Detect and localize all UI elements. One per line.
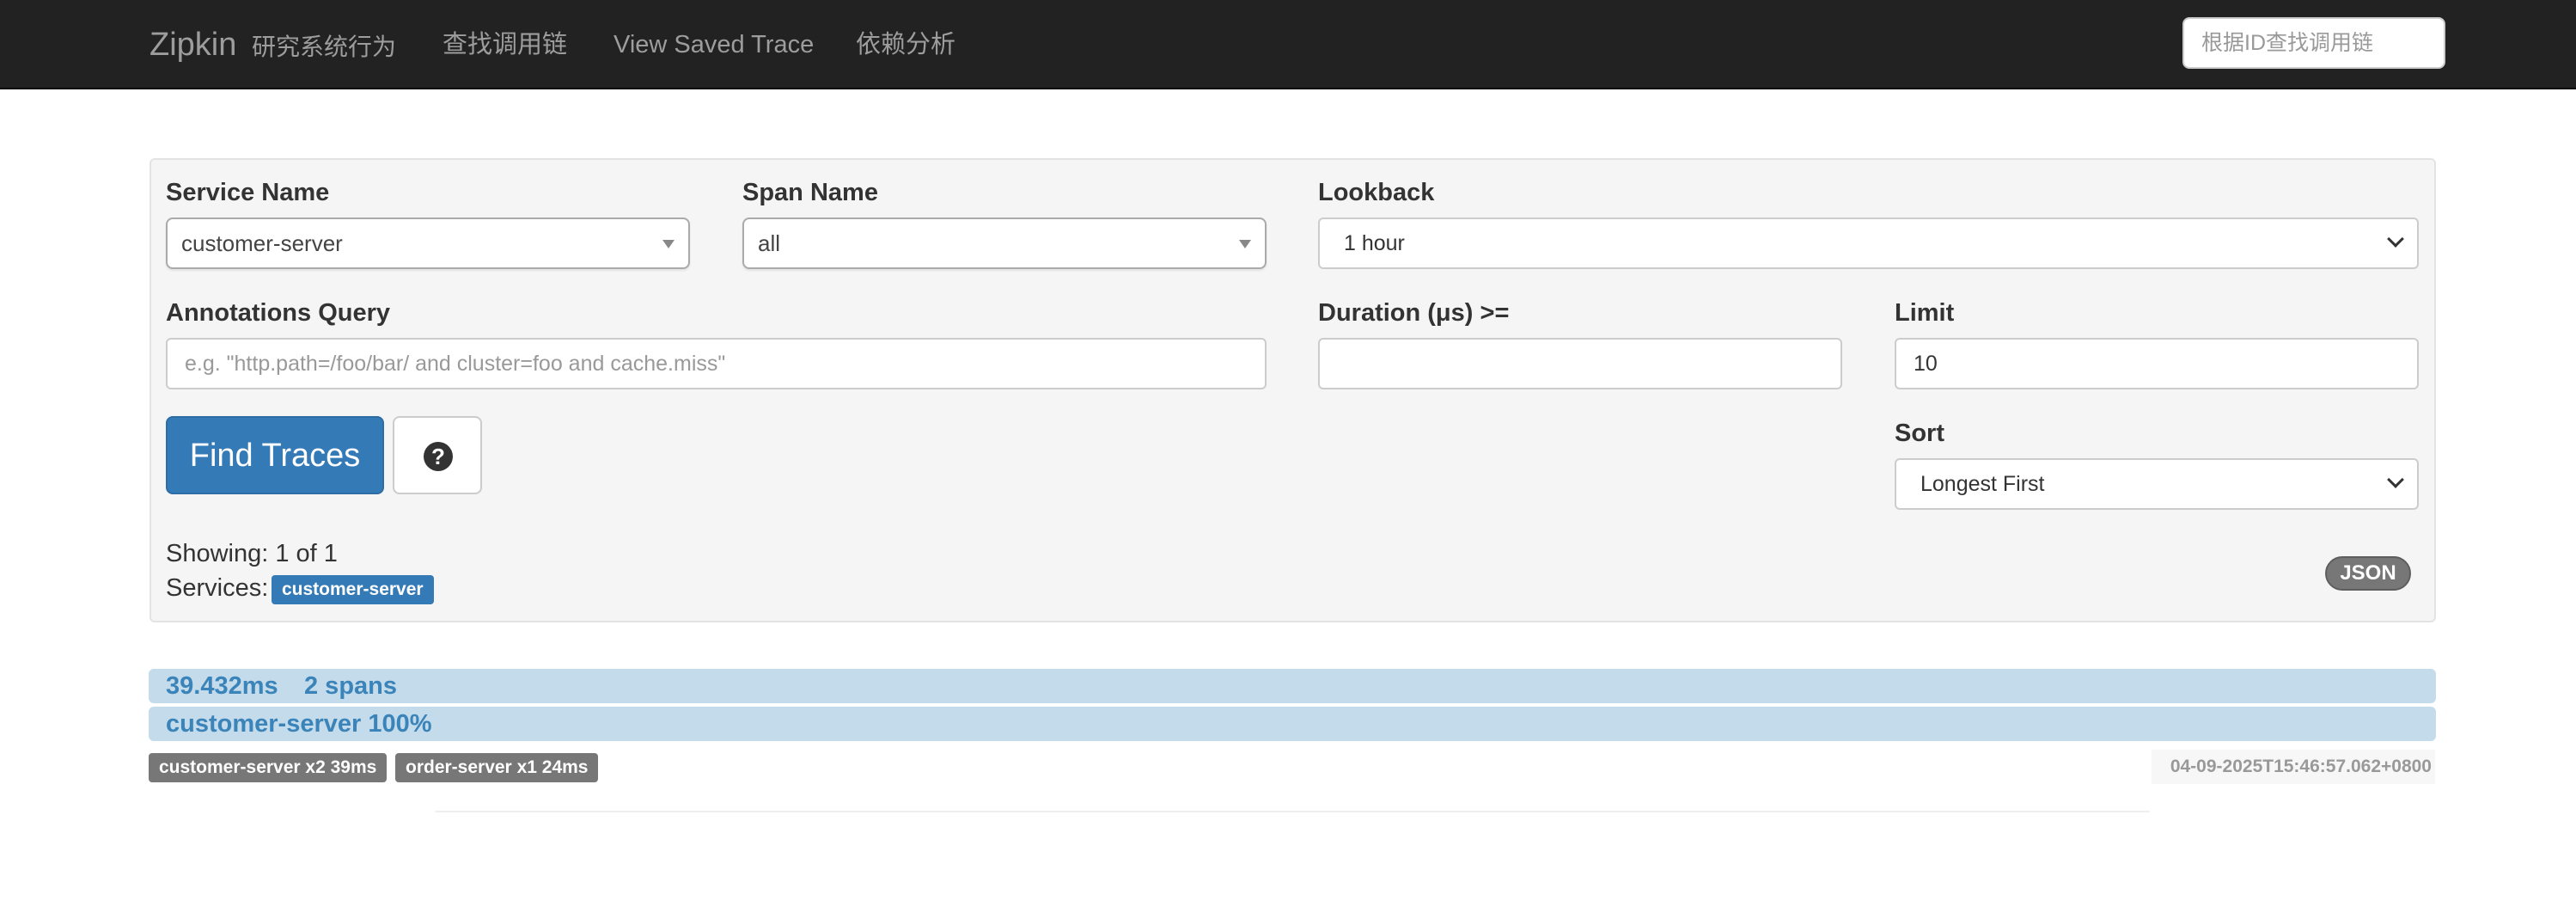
- help-button[interactable]: ?: [393, 416, 482, 494]
- brand-logo[interactable]: Zipkin: [150, 26, 236, 64]
- service-name-label: Service Name: [166, 179, 330, 206]
- results-count: Showing: 1 of 1: [166, 540, 338, 567]
- dropdown-caret-icon: [1239, 240, 1251, 248]
- divider: [436, 811, 2150, 812]
- trace-timestamp-box: 04-09-2025T15:46:57.062+0800: [2152, 750, 2435, 784]
- nav-view-saved-trace[interactable]: View Saved Trace: [613, 29, 814, 60]
- trace-duration: 39.432ms: [166, 672, 278, 700]
- annotations-query-label: Annotations Query: [166, 299, 391, 327]
- trace-service-bar[interactable]: customer-server 100%: [149, 707, 2436, 741]
- find-traces-button[interactable]: Find Traces: [166, 416, 384, 494]
- service-name-value: customer-server: [181, 230, 343, 256]
- services-label: Services:: [166, 574, 269, 602]
- span-name-value: all: [758, 230, 781, 256]
- sort-select[interactable]: Longest First: [1895, 458, 2419, 510]
- top-navbar: Zipkin 研究系统行为 查找调用链 View Saved Trace 依赖分…: [0, 0, 2576, 89]
- nav-dependencies[interactable]: 依赖分析: [856, 29, 955, 60]
- lookback-label: Lookback: [1318, 179, 1435, 206]
- trace-summary-bar[interactable]: 39.432ms 2 spans: [149, 669, 2436, 703]
- lookback-value: 1 hour: [1344, 231, 1405, 255]
- sort-label: Sort: [1895, 420, 1944, 447]
- service-duration-badge: order-server x1 24ms: [395, 753, 599, 782]
- chevron-down-icon: [2387, 471, 2404, 488]
- trace-span-count: 2 spans: [304, 672, 397, 700]
- trace-timestamp: 04-09-2025T15:46:57.062+0800: [2170, 757, 2432, 776]
- span-name-select[interactable]: all: [742, 218, 1267, 269]
- dropdown-caret-icon: [662, 240, 675, 248]
- limit-label: Limit: [1895, 299, 1955, 327]
- trace-service-percent: customer-server 100%: [166, 710, 432, 738]
- lookback-select[interactable]: 1 hour: [1318, 218, 2419, 269]
- limit-input[interactable]: [1895, 338, 2419, 389]
- service-name-select[interactable]: customer-server: [166, 218, 690, 269]
- service-duration-badge: customer-server x2 39ms: [149, 753, 388, 782]
- nav-find-traces[interactable]: 查找调用链: [443, 29, 567, 60]
- service-filter-badge[interactable]: customer-server: [272, 575, 434, 604]
- span-name-label: Span Name: [742, 179, 878, 206]
- json-button[interactable]: JSON: [2325, 556, 2411, 591]
- sort-value: Longest First: [1920, 472, 2045, 496]
- question-circle-icon: ?: [424, 442, 453, 471]
- annotations-query-input[interactable]: [166, 338, 1267, 389]
- brand-tagline: 研究系统行为: [252, 34, 397, 60]
- chevron-down-icon: [2387, 230, 2404, 248]
- duration-input[interactable]: [1318, 338, 1842, 389]
- duration-label: Duration (μs) >=: [1318, 299, 1510, 327]
- trace-id-search-input[interactable]: [2182, 17, 2445, 69]
